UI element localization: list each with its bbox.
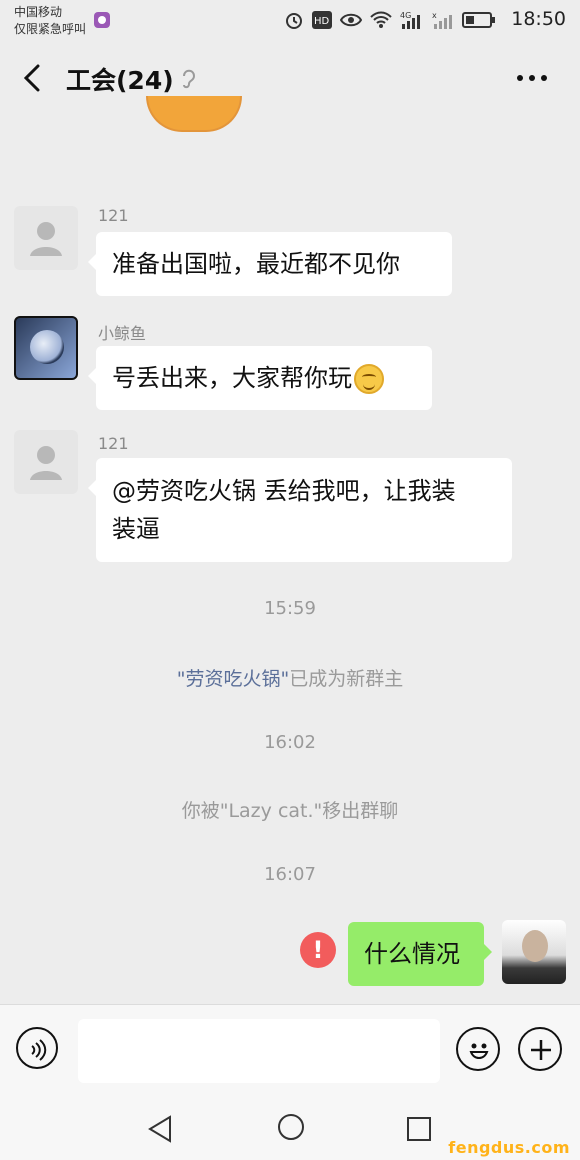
plus-icon — [531, 1040, 551, 1060]
message-bubble[interactable]: 准备出国啦，最近都不见你 — [88, 232, 452, 296]
nav-back-icon[interactable] — [146, 1114, 174, 1144]
owner-change-text: 已成为新群主 — [289, 668, 404, 690]
message-bubble[interactable]: 号丢出来，大家帮你玩 — [88, 346, 432, 410]
svg-text:x: x — [432, 11, 437, 20]
message-text-line: @劳资吃火锅 丢给我吧，让我装 — [112, 477, 456, 505]
more-functions-button[interactable] — [518, 1027, 562, 1071]
sender-name: 121 — [98, 206, 129, 225]
avatar-121[interactable] — [14, 430, 78, 494]
emoji-button[interactable] — [456, 1027, 500, 1071]
message-text: 号丢出来，大家帮你玩 — [112, 364, 352, 392]
svg-text:4G: 4G — [400, 11, 411, 20]
notification-app-icon — [94, 12, 110, 28]
system-message-removed: 你被"Lazy cat."移出群聊 — [181, 800, 399, 822]
default-user-icon — [30, 222, 62, 256]
avatar-xiaojingyu[interactable] — [14, 316, 78, 380]
input-bar — [0, 1004, 580, 1095]
partial-avatar — [146, 96, 242, 132]
sender-name: 小鲸鱼 — [98, 324, 147, 343]
emergency-status: 仅限紧急呼叫 — [14, 22, 87, 36]
smile-icon — [469, 1043, 489, 1059]
status-icons: HD 4G x — [284, 9, 496, 31]
timestamp: 16:02 — [264, 732, 316, 753]
signal-4g-icon: 4G — [400, 11, 420, 29]
svg-text:HD: HD — [314, 16, 330, 27]
battery-icon — [462, 12, 495, 28]
message-text: 准备出国啦，最近都不见你 — [112, 250, 400, 278]
earpiece-mode-icon — [183, 69, 196, 89]
chat-title[interactable]: 工会(24) — [66, 61, 174, 97]
smiling-emoji-icon — [354, 364, 384, 394]
status-bar: 中国移动 仅限紧急呼叫 HD 4G x 18:50 — [0, 0, 580, 40]
avatar-121[interactable] — [14, 206, 78, 270]
default-user-icon — [30, 446, 62, 480]
wifi-icon — [370, 11, 392, 28]
signal-no-sim-icon: x — [432, 11, 452, 29]
timestamp: 16:07 — [264, 864, 316, 885]
send-failed-icon[interactable]: ! — [300, 932, 336, 968]
eye-icon — [340, 13, 362, 27]
voice-icon — [31, 1039, 47, 1061]
my-message-bubble[interactable]: 什么情况 — [348, 922, 492, 986]
more-options-icon[interactable] — [516, 74, 548, 82]
nav-home-icon[interactable] — [276, 1112, 306, 1142]
sender-name: 121 — [98, 434, 129, 453]
new-owner-name[interactable]: "劳资吃火锅" — [177, 668, 289, 690]
message-text: 什么情况 — [364, 940, 460, 968]
message-bubble[interactable]: @劳资吃火锅 丢给我吧，让我装 装逼 — [88, 458, 512, 562]
carrier-name: 中国移动 — [14, 5, 63, 19]
hd-icon: HD — [312, 11, 332, 29]
chat-header: 工会(24) — [0, 40, 580, 114]
watermark: fengdus.com — [448, 1138, 570, 1157]
alarm-icon — [286, 13, 302, 29]
system-message-owner: "劳资吃火锅"已成为新群主 — [0, 664, 580, 691]
back-arrow-icon[interactable] — [22, 64, 44, 92]
my-avatar[interactable] — [502, 920, 566, 984]
clock: 18:50 — [511, 8, 566, 30]
timestamp: 15:59 — [264, 598, 316, 619]
message-text-line: 装逼 — [112, 515, 160, 543]
message-input[interactable] — [78, 1019, 440, 1083]
voice-input-button[interactable] — [16, 1027, 58, 1069]
nav-recent-apps-icon[interactable] — [406, 1116, 432, 1142]
